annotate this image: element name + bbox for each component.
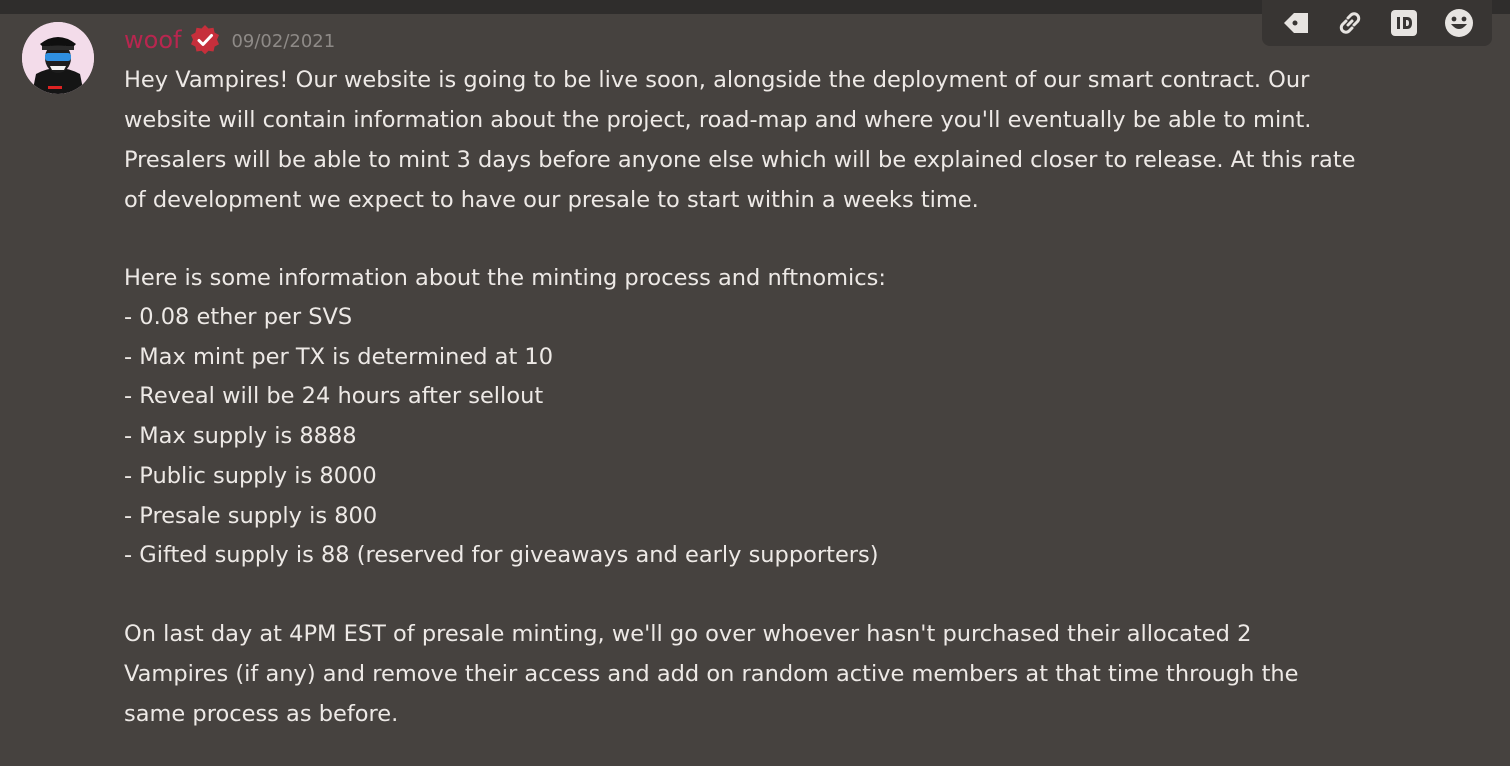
link-icon[interactable] xyxy=(1330,3,1370,43)
emoji-icon[interactable] xyxy=(1439,3,1479,43)
message-toolbar xyxy=(1262,0,1492,46)
list-item: - 0.08 ether per SVS xyxy=(124,304,353,330)
timestamp: 09/02/2021 xyxy=(231,31,336,52)
text-line: Vampires (if any) and remove their acces… xyxy=(124,660,1299,687)
text-line: Presalers will be able to mint 3 days be… xyxy=(124,147,1356,173)
text-line: website will contain information about t… xyxy=(124,107,1312,133)
text-line: On last day at 4PM EST of presale mintin… xyxy=(124,620,1252,647)
text-line: of development we expect to have our pre… xyxy=(124,187,979,213)
text-line: same process as before. xyxy=(124,700,399,727)
text-line: Hey Vampires! Our website is going to be… xyxy=(124,67,1310,93)
tag-icon[interactable] xyxy=(1275,3,1315,43)
check-badge-icon xyxy=(189,24,221,56)
list-item: - Public supply is 8000 xyxy=(124,462,377,489)
message-header: woof 09/02/2021 xyxy=(124,22,335,58)
id-icon[interactable] xyxy=(1384,3,1424,43)
avatar-image xyxy=(22,22,94,94)
list-item: - Max supply is 8888 xyxy=(124,423,357,450)
list-item: - Presale supply is 800 xyxy=(124,502,378,529)
message-content: Hey Vampires! Our website is going to be… xyxy=(124,60,1424,734)
list-item: - Gifted supply is 88 (reserved for give… xyxy=(124,542,879,569)
list-intro: Here is some information about the minti… xyxy=(124,265,886,291)
list-item: - Reveal will be 24 hours after sellout xyxy=(124,383,544,410)
avatar[interactable] xyxy=(22,22,94,94)
list-item: - Max mint per TX is determined at 10 xyxy=(124,343,554,370)
username[interactable]: woof xyxy=(124,25,181,55)
